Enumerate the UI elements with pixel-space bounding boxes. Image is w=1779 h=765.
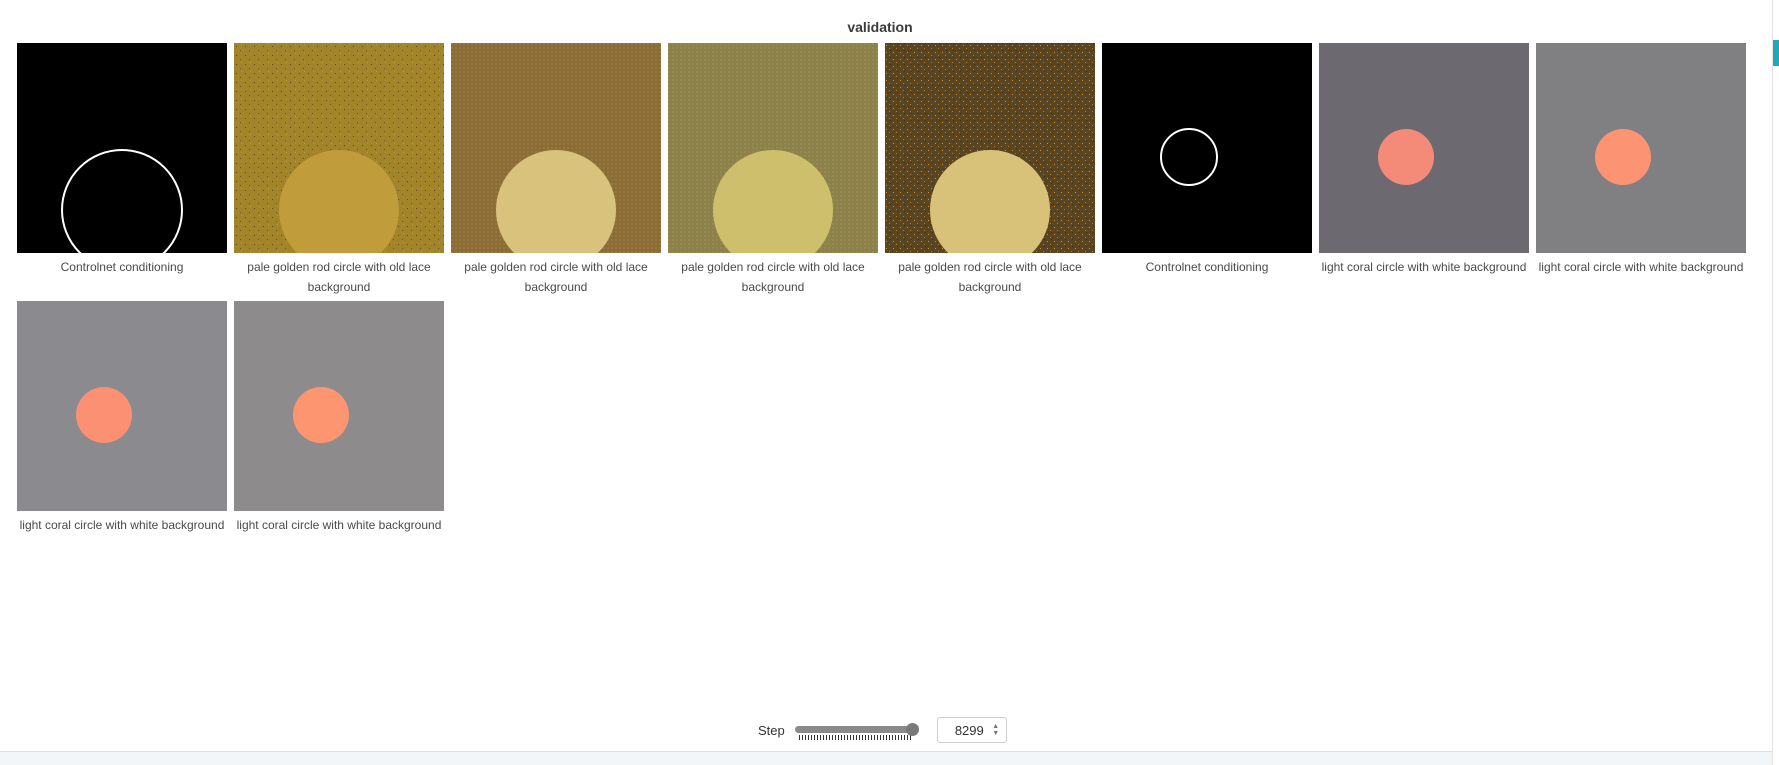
controlnet-conditioning-image[interactable]	[1102, 43, 1312, 253]
image-card: Controlnet conditioning	[17, 43, 227, 277]
image-caption: light coral circle with white background	[1321, 260, 1527, 274]
image-caption: light coral circle with white background	[19, 518, 225, 532]
step-number-input[interactable]: 8299 ▲ ▼	[936, 717, 1007, 743]
generated-image[interactable]	[451, 43, 661, 253]
slider-ticks	[798, 735, 913, 740]
image-card: pale golden rod circle with old lace bac…	[234, 43, 444, 297]
image-caption: pale golden rod circle with old lace bac…	[464, 260, 648, 294]
image-card: light coral circle with white background	[234, 301, 444, 535]
image-card: light coral circle with white background	[1319, 43, 1529, 277]
generated-image[interactable]	[234, 301, 444, 511]
slider-thumb[interactable]	[905, 723, 919, 736]
bottom-bar	[0, 752, 1772, 765]
image-card: Controlnet conditioning	[1102, 43, 1312, 277]
image-card: light coral circle with white background	[17, 301, 227, 535]
image-caption: Controlnet conditioning	[1145, 260, 1269, 274]
generated-image[interactable]	[234, 43, 444, 253]
image-caption: light coral circle with white background	[236, 518, 442, 532]
generated-image[interactable]	[668, 43, 878, 253]
generated-image[interactable]	[1319, 43, 1529, 253]
step-label: Step	[758, 722, 785, 738]
step-value: 8299	[954, 722, 984, 738]
image-caption: light coral circle with white background	[1538, 260, 1744, 274]
slider-track	[794, 726, 915, 733]
spinner-arrows-icon[interactable]: ▲ ▼	[992, 723, 1000, 737]
generated-image[interactable]	[1536, 43, 1746, 253]
generated-image[interactable]	[17, 301, 227, 511]
panel-title: validation	[847, 19, 913, 35]
media-panel: validation Controlnet conditioning pale …	[0, 0, 1779, 765]
image-card: light coral circle with white background	[1536, 43, 1746, 277]
generated-image[interactable]	[885, 43, 1095, 253]
right-edge-tab[interactable]	[1773, 40, 1779, 66]
image-caption: pale golden rod circle with old lace bac…	[247, 260, 431, 294]
image-caption: pale golden rod circle with old lace bac…	[898, 260, 1082, 294]
image-card: pale golden rod circle with old lace bac…	[668, 43, 878, 297]
image-caption: Controlnet conditioning	[60, 260, 184, 274]
image-card: pale golden rod circle with old lace bac…	[451, 43, 661, 297]
image-card: pale golden rod circle with old lace bac…	[885, 43, 1095, 297]
controlnet-conditioning-image[interactable]	[17, 43, 227, 253]
right-edge-divider	[1772, 0, 1773, 765]
image-caption: pale golden rod circle with old lace bac…	[681, 260, 865, 294]
step-control: Step 8299 ▲ ▼	[758, 717, 1007, 743]
step-slider[interactable]	[793, 717, 921, 743]
